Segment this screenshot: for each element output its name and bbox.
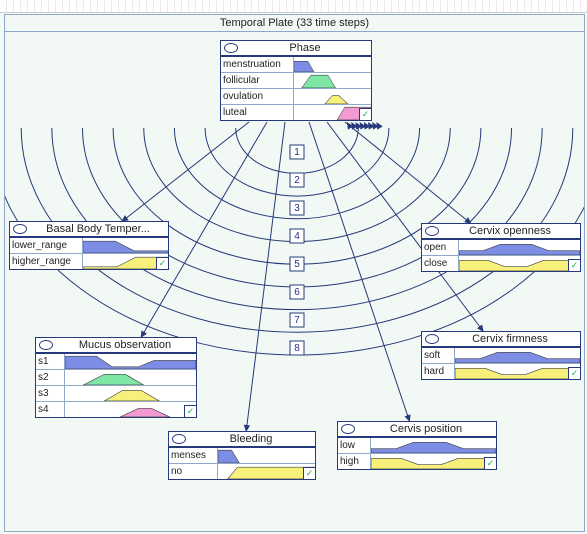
svg-text:3: 3 bbox=[294, 203, 300, 214]
node-title: Cervis position bbox=[338, 422, 496, 437]
state-chart bbox=[455, 348, 580, 363]
state-chart bbox=[459, 240, 580, 255]
state-chart bbox=[294, 57, 371, 72]
state-row: higher_range bbox=[10, 253, 168, 269]
state-chart bbox=[455, 364, 580, 379]
node-title-text: Cervix openness bbox=[443, 225, 577, 237]
state-label: s2 bbox=[36, 370, 65, 385]
node-title-text: Basal Body Temper... bbox=[31, 223, 165, 235]
check-icon[interactable]: ✓ bbox=[156, 257, 169, 270]
node-mucus[interactable]: Mucus observation s1s2s3s4 ✓ bbox=[35, 337, 197, 418]
node-cervpos[interactable]: Cervis position lowhigh ✓ bbox=[337, 421, 497, 470]
svg-text:2: 2 bbox=[294, 175, 300, 186]
state-chart bbox=[294, 89, 371, 104]
state-row: low bbox=[338, 438, 496, 453]
state-label: no bbox=[169, 464, 218, 479]
state-label: open bbox=[422, 240, 459, 255]
node-bleeding[interactable]: Bleeding mensesno ✓ bbox=[168, 431, 316, 480]
state-label: lower_range bbox=[10, 238, 83, 253]
state-row: menses bbox=[169, 448, 315, 463]
node-oval-icon bbox=[224, 43, 238, 53]
node-title-text: Cervis position bbox=[359, 423, 493, 435]
state-chart bbox=[294, 73, 371, 88]
node-oval-icon bbox=[172, 434, 186, 444]
svg-text:5: 5 bbox=[294, 259, 300, 270]
node-title-text: Mucus observation bbox=[57, 339, 193, 351]
svg-text:7: 7 bbox=[294, 315, 300, 326]
state-row: lower_range bbox=[10, 238, 168, 253]
state-label: menstruation bbox=[221, 57, 294, 72]
node-title-text: Phase bbox=[242, 42, 368, 54]
state-row: s4 bbox=[36, 401, 196, 417]
state-row: s3 bbox=[36, 385, 196, 401]
state-chart bbox=[459, 256, 580, 271]
node-cervopen[interactable]: Cervix openness openclose ✓ bbox=[421, 223, 581, 272]
node-title-text: Bleeding bbox=[190, 433, 312, 445]
state-row: s2 bbox=[36, 369, 196, 385]
state-chart bbox=[371, 454, 496, 469]
state-chart bbox=[83, 238, 168, 253]
state-row: soft bbox=[422, 348, 580, 363]
state-label: luteal bbox=[221, 105, 294, 120]
state-row: close bbox=[422, 255, 580, 271]
check-icon[interactable]: ✓ bbox=[359, 108, 372, 121]
state-row: no bbox=[169, 463, 315, 479]
state-label: higher_range bbox=[10, 254, 83, 269]
state-label: menses bbox=[169, 448, 218, 463]
state-label: s3 bbox=[36, 386, 65, 401]
svg-text:4: 4 bbox=[294, 231, 300, 242]
state-row: hard bbox=[422, 363, 580, 379]
check-icon[interactable]: ✓ bbox=[303, 467, 316, 480]
state-row: follicular bbox=[221, 72, 371, 88]
node-bbt[interactable]: Basal Body Temper... lower_rangehigher_ra… bbox=[9, 221, 169, 270]
state-row: menstruation bbox=[221, 57, 371, 72]
node-phase[interactable]: Phase menstruationfollicularovulationlute… bbox=[220, 40, 372, 121]
node-title: Basal Body Temper... bbox=[10, 222, 168, 237]
state-row: high bbox=[338, 453, 496, 469]
plate-title: Temporal Plate (33 time steps) bbox=[5, 15, 584, 32]
node-oval-icon bbox=[341, 424, 355, 434]
check-icon[interactable]: ✓ bbox=[484, 457, 497, 470]
state-label: follicular bbox=[221, 73, 294, 88]
temporal-plate: Temporal Plate (33 time steps) 12345678 … bbox=[4, 14, 585, 532]
state-row: s1 bbox=[36, 354, 196, 369]
node-cervfirm[interactable]: Cervix firmness softhard ✓ bbox=[421, 331, 581, 380]
state-label: soft bbox=[422, 348, 455, 363]
check-icon[interactable]: ✓ bbox=[568, 367, 581, 380]
node-title: Bleeding bbox=[169, 432, 315, 447]
state-label: low bbox=[338, 438, 371, 453]
node-title: Phase bbox=[221, 41, 371, 56]
node-title: Cervix openness bbox=[422, 224, 580, 239]
state-chart bbox=[65, 386, 196, 401]
check-icon[interactable]: ✓ bbox=[184, 405, 197, 418]
node-oval-icon bbox=[425, 226, 439, 236]
state-row: luteal bbox=[221, 104, 371, 120]
check-icon[interactable]: ✓ bbox=[568, 259, 581, 272]
state-label: high bbox=[338, 454, 371, 469]
state-chart bbox=[371, 438, 496, 453]
node-oval-icon bbox=[13, 224, 27, 234]
state-row: open bbox=[422, 240, 580, 255]
node-oval-icon bbox=[425, 334, 439, 344]
state-chart bbox=[65, 354, 196, 369]
state-label: s1 bbox=[36, 354, 65, 369]
node-title: Mucus observation bbox=[36, 338, 196, 353]
state-label: ovulation bbox=[221, 89, 294, 104]
node-oval-icon bbox=[39, 340, 53, 350]
state-label: hard bbox=[422, 364, 455, 379]
state-label: s4 bbox=[36, 402, 65, 417]
node-title: Cervix firmness bbox=[422, 332, 580, 347]
state-row: ovulation bbox=[221, 88, 371, 104]
svg-text:1: 1 bbox=[294, 147, 300, 158]
state-chart bbox=[218, 464, 315, 479]
state-label: close bbox=[422, 256, 459, 271]
top-ruler bbox=[0, 0, 587, 13]
svg-text:6: 6 bbox=[294, 287, 300, 298]
state-chart bbox=[65, 402, 196, 417]
svg-text:8: 8 bbox=[294, 343, 300, 354]
state-chart bbox=[65, 370, 196, 385]
state-chart bbox=[218, 448, 315, 463]
node-title-text: Cervix firmness bbox=[443, 333, 577, 345]
